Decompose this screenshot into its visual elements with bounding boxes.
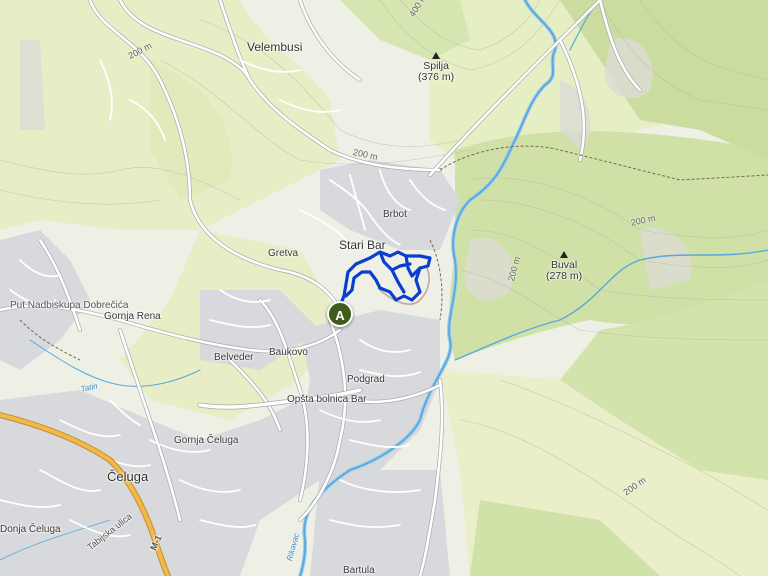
- place-label-brbot: Brbot: [383, 209, 407, 220]
- street-label-put-nadbiskupa: Put Nadbiskupa Dobrečića: [10, 300, 129, 311]
- map-canvas[interactable]: [0, 0, 768, 576]
- peak-buval: Buval (278 m): [546, 251, 582, 281]
- peak-spilja: Spilja (376 m): [418, 52, 454, 82]
- place-label-donja-celuga: Donja Čeluga: [0, 524, 61, 535]
- peak-name: Buval: [550, 259, 578, 271]
- peak-icon: [432, 52, 441, 59]
- place-label-celuga: Čeluga: [107, 469, 149, 484]
- poi-label-hospital: Opšta bolnica Bar: [287, 394, 367, 405]
- place-label-stari-bar: Stari Bar: [339, 238, 386, 252]
- place-label-bartula: Bartula: [343, 565, 375, 576]
- peak-elevation: (376 m): [418, 70, 455, 83]
- place-label-belveder: Belveder: [214, 352, 254, 363]
- place-label-velembusi: Velembusi: [247, 40, 303, 54]
- place-label-gornja-rena: Gornja Rena: [104, 311, 161, 322]
- place-label-gretva: Gretva: [268, 248, 299, 259]
- start-marker[interactable]: A: [327, 301, 353, 327]
- place-label-podgrad: Podgrad: [347, 374, 385, 385]
- peak-icon: [560, 251, 569, 258]
- peak-name: Spilja: [423, 60, 449, 72]
- place-label-baukovo: Baukovo: [269, 347, 308, 358]
- place-label-gornja-celuga: Gornja Čeluga: [174, 435, 239, 446]
- peak-elevation: (278 m): [546, 269, 583, 282]
